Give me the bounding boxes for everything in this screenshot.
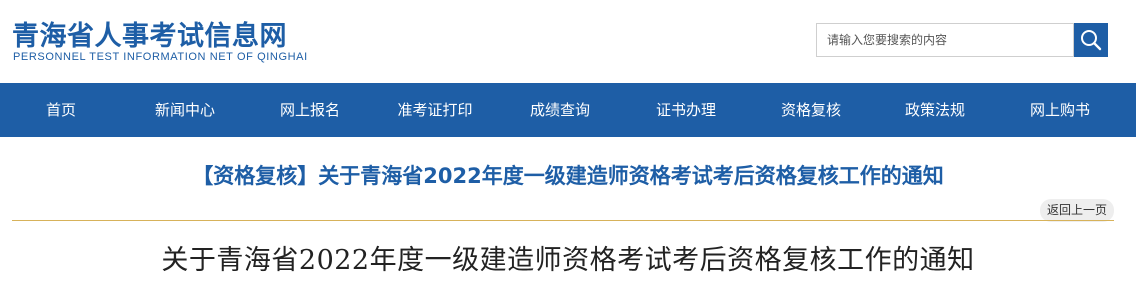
search-field[interactable] xyxy=(816,23,1074,57)
search-button[interactable] xyxy=(1074,23,1108,57)
search-input[interactable] xyxy=(817,24,1073,56)
nav-item-book-purchase[interactable]: 网上购书 xyxy=(1030,83,1090,137)
nav-item-certificate[interactable]: 证书办理 xyxy=(656,83,716,137)
nav-item-home[interactable]: 首页 xyxy=(46,83,76,137)
back-button[interactable]: 返回上一页 xyxy=(1040,199,1114,222)
article-title: 【资格复核】关于青海省2022年度一级建造师资格考试考后资格复核工作的通知 xyxy=(192,164,944,188)
site-logo-title[interactable]: 青海省人事考试信息网 xyxy=(12,14,287,53)
search-icon xyxy=(1081,30,1102,51)
nav-item-news[interactable]: 新闻中心 xyxy=(155,83,215,137)
site-header: 青海省人事考试信息网 PERSONNEL TEST INFORMATION NE… xyxy=(0,0,1136,83)
nav-item-qualification-review[interactable]: 资格复核 xyxy=(781,83,841,137)
nav-item-policies[interactable]: 政策法规 xyxy=(905,83,965,137)
main-nav: 首页 新闻中心 网上报名 准考证打印 成绩查询 证书办理 资格复核 政策法规 网… xyxy=(0,83,1136,137)
nav-item-score-query[interactable]: 成绩查询 xyxy=(530,83,590,137)
nav-item-online-registration[interactable]: 网上报名 xyxy=(280,83,340,137)
site-logo-subtitle: PERSONNEL TEST INFORMATION NET OF QINGHA… xyxy=(13,51,308,63)
nav-item-admission-ticket[interactable]: 准考证打印 xyxy=(397,83,472,137)
document-heading: 关于青海省2022年度一级建造师资格考试考后资格复核工作的通知 xyxy=(161,245,975,276)
title-divider xyxy=(12,220,1114,221)
